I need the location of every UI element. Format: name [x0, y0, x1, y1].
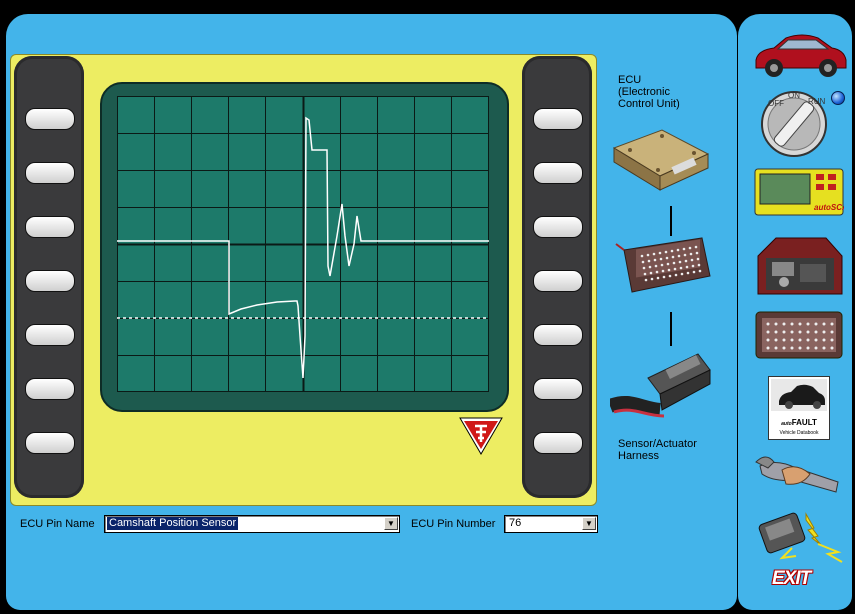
ignition-switch-icon[interactable]: OFF ON RUN — [758, 88, 830, 158]
scan-tool-icon[interactable]: autoSCAN — [754, 168, 844, 216]
left-bezel-button-7[interactable] — [25, 432, 75, 454]
databook-subtitle: Vehicle Databook — [779, 430, 819, 436]
repair-wrench-icon[interactable] — [752, 448, 846, 504]
left-bezel — [14, 56, 84, 498]
pin-number-value: 76 — [509, 517, 522, 529]
vehicle-select-icon[interactable] — [752, 30, 848, 80]
pin-number-dropdown-arrow-icon[interactable]: ▼ — [582, 517, 596, 530]
scope-screen — [117, 96, 489, 392]
waveform-display — [117, 96, 489, 392]
databook-title-main: FAULT — [791, 418, 817, 427]
pin-name-value: Camshaft Position Sensor — [107, 517, 239, 530]
ecu-unit-icon — [612, 129, 710, 191]
engine-bay-icon[interactable] — [756, 234, 844, 298]
left-bezel-button-6[interactable] — [25, 378, 75, 400]
ecu-label-line-3: Control Unit) — [618, 98, 680, 110]
left-bezel-button-1[interactable] — [25, 108, 75, 130]
ecu-label-line-1: ECU — [618, 74, 642, 86]
exit-button[interactable]: EXIT — [772, 568, 811, 590]
right-bezel-button-6[interactable] — [533, 378, 583, 400]
pin-number-label: ECU Pin Number — [411, 518, 496, 530]
pin-number-select[interactable]: 76 ▼ — [504, 515, 598, 533]
ignition-run-label: RUN — [808, 97, 826, 106]
harness-label: Sensor/Actuator Harness — [618, 438, 697, 462]
right-bezel-button-3[interactable] — [533, 216, 583, 238]
right-bezel-button-5[interactable] — [533, 324, 583, 346]
left-bezel-button-5[interactable] — [25, 324, 75, 346]
right-bezel-button-1[interactable] — [533, 108, 583, 130]
pin-name-select[interactable]: Camshaft Position Sensor ▼ — [104, 515, 400, 533]
scope-axis-ticks — [117, 96, 489, 392]
left-bezel-button-3[interactable] — [25, 216, 75, 238]
databook-title-small: auto — [781, 421, 792, 427]
right-bezel-button-4[interactable] — [533, 270, 583, 292]
left-bezel-button-2[interactable] — [25, 162, 75, 184]
harness-label-line-1: Sensor/Actuator — [618, 438, 697, 450]
right-bezel-button-2[interactable] — [533, 162, 583, 184]
databook-car-icon — [771, 379, 827, 411]
right-bezel-button-7[interactable] — [533, 432, 583, 454]
connector-line-top — [670, 206, 672, 236]
ecu-label: ECU (Electronic Control Unit) — [618, 74, 680, 110]
ignition-off-label: OFF — [768, 99, 784, 108]
status-indicator-icon — [831, 91, 845, 105]
vehicle-databook-icon[interactable]: autoFAULT Vehicle Databook — [768, 376, 830, 440]
harness-connector-icon — [610, 353, 711, 418]
ignition-on-label: ON — [788, 91, 800, 100]
brand-logo-icon — [459, 417, 503, 455]
connector-block-icon[interactable] — [754, 308, 844, 362]
pin-name-dropdown-arrow-icon[interactable]: ▼ — [384, 517, 398, 530]
databook-title: autoFAULT — [769, 418, 829, 429]
ecu-label-line-2: (Electronic — [618, 86, 670, 98]
scan-tool-brand: autoSCAN — [814, 203, 844, 212]
harness-label-line-2: Harness — [618, 450, 659, 462]
left-bezel-button-4[interactable] — [25, 270, 75, 292]
ecu-connector-icon — [615, 237, 711, 293]
pin-name-label: ECU Pin Name — [20, 518, 95, 530]
connector-line-bottom — [670, 312, 672, 346]
right-bezel — [522, 56, 592, 498]
electrical-fault-icon[interactable] — [752, 508, 846, 564]
